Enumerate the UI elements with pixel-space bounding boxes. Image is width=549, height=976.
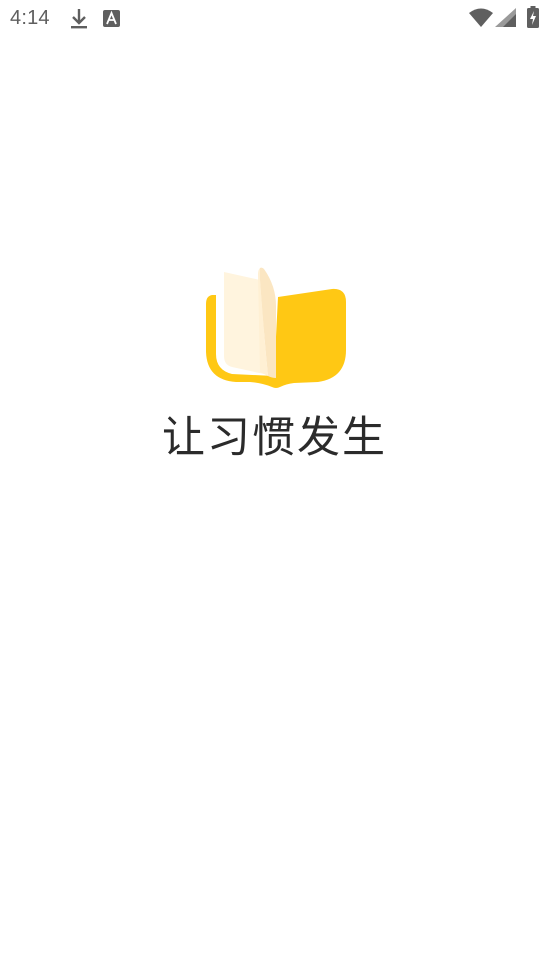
download-icon <box>71 9 87 29</box>
wifi-icon <box>469 8 493 27</box>
status-bar: 4:14 <box>0 0 549 38</box>
splash-screen: 4:14 让习惯发生 <box>0 0 549 976</box>
battery-charging-icon <box>527 6 539 28</box>
open-book-logo <box>206 267 346 388</box>
status-time: 4:14 <box>10 7 50 29</box>
cell-signal-icon <box>495 8 516 27</box>
a-notification-icon <box>103 10 120 27</box>
app-slogan: 让习惯发生 <box>162 413 387 463</box>
